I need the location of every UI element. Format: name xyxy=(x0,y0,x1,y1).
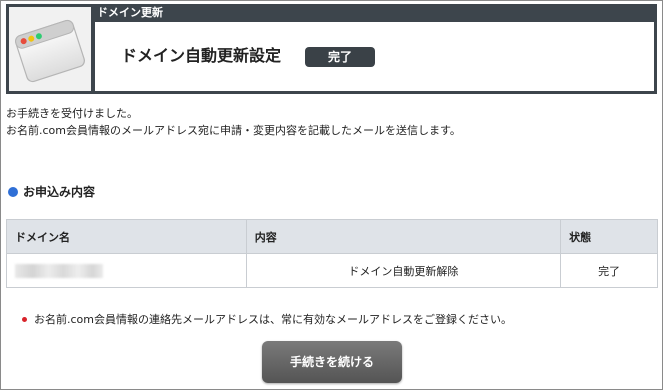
section-bullet-icon xyxy=(8,187,18,197)
confirmation-message: お手続きを受付けました。 xyxy=(6,107,138,120)
redacted-domain-name xyxy=(15,263,103,278)
column-header-domain: ドメイン名 xyxy=(6,219,247,254)
header-icon-box xyxy=(9,7,91,91)
browser-window-icon xyxy=(15,19,85,83)
status-badge: 完了 xyxy=(305,47,375,67)
content-cell: ドメイン自動更新解除 xyxy=(245,253,562,288)
section-title: お申込み内容 xyxy=(23,185,96,199)
table-header-row: ドメイン名 内容 状態 xyxy=(6,219,658,254)
page-title: ドメイン自動更新設定 xyxy=(121,46,282,65)
column-header-content: 内容 xyxy=(245,219,562,254)
table-row: ドメイン自動更新解除 完了 xyxy=(6,253,658,288)
email-notice-message: お名前.com会員情報のメールアドレス宛に申請・変更内容を記載したメールを送信し… xyxy=(6,124,461,137)
header-section-label: ドメイン更新 xyxy=(97,6,163,19)
page-header: ドメイン更新 ドメイン自動更新設定 完了 xyxy=(6,4,657,94)
email-registration-note: お名前.com会員情報の連絡先メールアドレスは、常に有効なメールアドレスをご登録… xyxy=(34,313,512,326)
application-details-table: ドメイン名 内容 状態 ドメイン自動更新解除 完了 xyxy=(6,219,658,288)
column-header-status: 状態 xyxy=(560,219,658,254)
continue-button[interactable]: 手続きを続ける xyxy=(262,341,402,383)
note-bullet-icon xyxy=(22,317,27,322)
domain-name-cell xyxy=(6,253,247,288)
header-title-panel: ドメイン自動更新設定 完了 xyxy=(95,22,654,91)
status-cell: 完了 xyxy=(560,253,658,288)
